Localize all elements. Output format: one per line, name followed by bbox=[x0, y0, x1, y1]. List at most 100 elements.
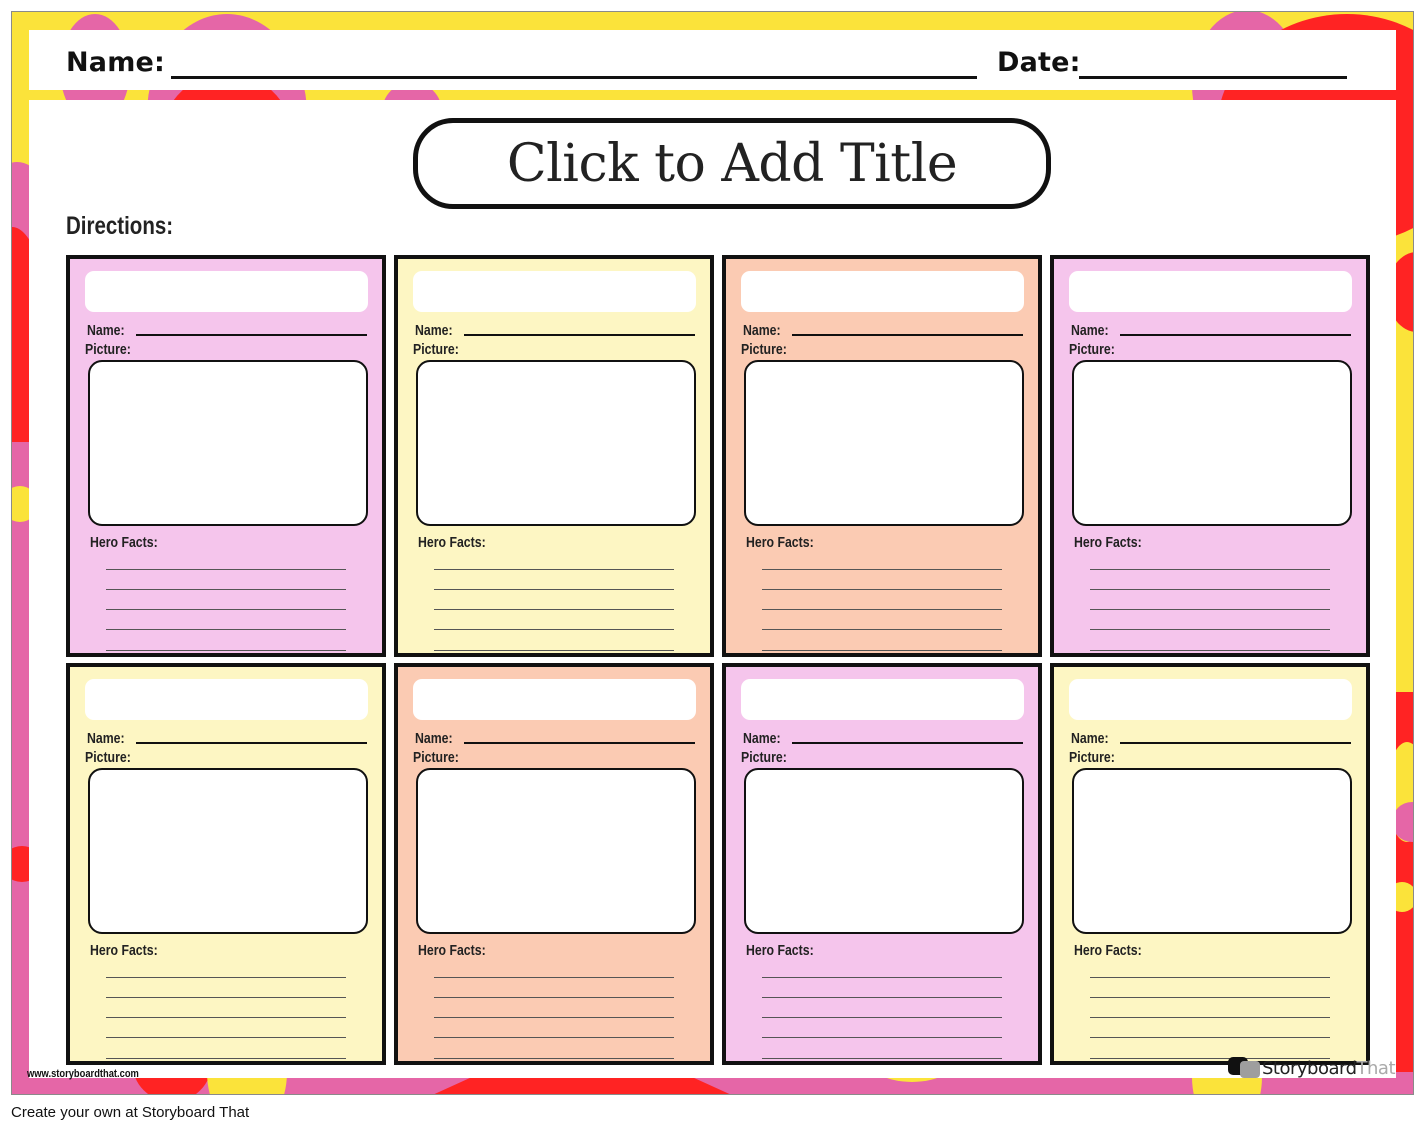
card-fact-line[interactable] bbox=[1090, 589, 1330, 590]
card-picture-box[interactable] bbox=[416, 360, 696, 526]
card-fact-line[interactable] bbox=[762, 629, 1002, 630]
hero-card: Name: Picture: Hero Facts: bbox=[1050, 663, 1370, 1065]
site-url: www.storyboardthat.com bbox=[27, 1068, 139, 1080]
card-name-line[interactable] bbox=[1120, 334, 1351, 336]
card-fact-line[interactable] bbox=[434, 650, 674, 651]
card-name-line[interactable] bbox=[464, 742, 695, 744]
card-fact-line[interactable] bbox=[106, 629, 346, 630]
card-title-input[interactable] bbox=[413, 271, 696, 312]
card-fact-line[interactable] bbox=[434, 629, 674, 630]
card-facts-label: Hero Facts: bbox=[418, 942, 486, 959]
hero-card: Name: Picture: Hero Facts: bbox=[394, 255, 714, 657]
card-facts-label: Hero Facts: bbox=[1074, 534, 1142, 551]
card-name-line[interactable] bbox=[136, 334, 367, 336]
hero-card: Name: Picture: Hero Facts: bbox=[66, 255, 386, 657]
card-fact-line[interactable] bbox=[434, 589, 674, 590]
card-title-input[interactable] bbox=[1069, 271, 1352, 312]
card-fact-line[interactable] bbox=[434, 609, 674, 610]
card-fact-line[interactable] bbox=[106, 569, 346, 570]
card-title-input[interactable] bbox=[85, 679, 368, 720]
brand-text: Storyboard bbox=[1262, 1057, 1357, 1079]
card-fact-line[interactable] bbox=[762, 1037, 1002, 1038]
card-name-line[interactable] bbox=[136, 742, 367, 744]
card-name-line[interactable] bbox=[1120, 742, 1351, 744]
card-picture-box[interactable] bbox=[88, 360, 368, 526]
card-name-label: Name: bbox=[87, 322, 125, 339]
card-fact-line[interactable] bbox=[1090, 977, 1330, 978]
card-fact-line[interactable] bbox=[106, 589, 346, 590]
card-name-line[interactable] bbox=[792, 334, 1023, 336]
card-name-label: Name: bbox=[743, 730, 781, 747]
card-fact-line[interactable] bbox=[106, 977, 346, 978]
card-name-line[interactable] bbox=[792, 742, 1023, 744]
card-fact-line[interactable] bbox=[106, 1017, 346, 1018]
card-fact-line[interactable] bbox=[1090, 569, 1330, 570]
footer-link[interactable]: Create your own at Storyboard That bbox=[11, 1104, 249, 1121]
card-fact-line[interactable] bbox=[1090, 650, 1330, 651]
card-name-label: Name: bbox=[415, 322, 453, 339]
name-label: Name: bbox=[66, 47, 166, 78]
card-fact-line[interactable] bbox=[106, 997, 346, 998]
storyboardthat-logo: Storyboard That bbox=[1228, 1055, 1396, 1081]
date-input-line[interactable] bbox=[1079, 76, 1347, 79]
card-fact-line[interactable] bbox=[762, 609, 1002, 610]
name-input-line[interactable] bbox=[171, 76, 977, 79]
card-name-label: Name: bbox=[87, 730, 125, 747]
page-title[interactable]: Click to Add Title bbox=[507, 134, 958, 194]
hero-card: Name: Picture: Hero Facts: bbox=[1050, 255, 1370, 657]
card-picture-label: Picture: bbox=[85, 749, 131, 766]
card-facts-label: Hero Facts: bbox=[90, 942, 158, 959]
card-fact-line[interactable] bbox=[762, 977, 1002, 978]
card-title-input[interactable] bbox=[413, 679, 696, 720]
hero-card: Name: Picture: Hero Facts: bbox=[66, 663, 386, 1065]
card-name-label: Name: bbox=[415, 730, 453, 747]
card-title-input[interactable] bbox=[741, 271, 1024, 312]
card-title-input[interactable] bbox=[1069, 679, 1352, 720]
date-label: Date: bbox=[997, 47, 1081, 78]
speech-bubbles-icon bbox=[1228, 1055, 1260, 1081]
card-fact-line[interactable] bbox=[762, 589, 1002, 590]
card-fact-line[interactable] bbox=[106, 1037, 346, 1038]
card-facts-label: Hero Facts: bbox=[1074, 942, 1142, 959]
card-picture-box[interactable] bbox=[1072, 768, 1352, 934]
card-fact-line[interactable] bbox=[1090, 629, 1330, 630]
card-fact-line[interactable] bbox=[106, 609, 346, 610]
card-fact-line[interactable] bbox=[106, 1058, 346, 1059]
card-fact-line[interactable] bbox=[762, 650, 1002, 651]
card-picture-label: Picture: bbox=[1069, 341, 1115, 358]
card-picture-box[interactable] bbox=[416, 768, 696, 934]
card-facts-label: Hero Facts: bbox=[746, 534, 814, 551]
card-picture-box[interactable] bbox=[88, 768, 368, 934]
title-box[interactable]: Click to Add Title bbox=[413, 118, 1051, 209]
card-name-label: Name: bbox=[743, 322, 781, 339]
card-name-line[interactable] bbox=[464, 334, 695, 336]
card-picture-box[interactable] bbox=[1072, 360, 1352, 526]
card-fact-line[interactable] bbox=[106, 650, 346, 651]
card-fact-line[interactable] bbox=[762, 997, 1002, 998]
card-picture-box[interactable] bbox=[744, 768, 1024, 934]
card-fact-line[interactable] bbox=[1090, 1017, 1330, 1018]
card-picture-label: Picture: bbox=[85, 341, 131, 358]
card-fact-line[interactable] bbox=[434, 977, 674, 978]
card-fact-line[interactable] bbox=[1090, 997, 1330, 998]
card-picture-label: Picture: bbox=[741, 749, 787, 766]
card-name-label: Name: bbox=[1071, 730, 1109, 747]
card-picture-box[interactable] bbox=[744, 360, 1024, 526]
card-fact-line[interactable] bbox=[762, 1058, 1002, 1059]
card-fact-line[interactable] bbox=[762, 1017, 1002, 1018]
card-title-input[interactable] bbox=[741, 679, 1024, 720]
card-picture-label: Picture: bbox=[413, 341, 459, 358]
hero-card: Name: Picture: Hero Facts: bbox=[722, 663, 1042, 1065]
card-fact-line[interactable] bbox=[1090, 609, 1330, 610]
card-title-input[interactable] bbox=[85, 271, 368, 312]
card-fact-line[interactable] bbox=[1090, 1037, 1330, 1038]
card-fact-line[interactable] bbox=[434, 569, 674, 570]
card-fact-line[interactable] bbox=[434, 997, 674, 998]
card-fact-line[interactable] bbox=[434, 1037, 674, 1038]
card-fact-line[interactable] bbox=[434, 1017, 674, 1018]
card-fact-line[interactable] bbox=[434, 1058, 674, 1059]
card-facts-label: Hero Facts: bbox=[90, 534, 158, 551]
card-fact-line[interactable] bbox=[762, 569, 1002, 570]
name-date-bar: Name: Date: bbox=[29, 30, 1396, 90]
card-picture-label: Picture: bbox=[741, 341, 787, 358]
